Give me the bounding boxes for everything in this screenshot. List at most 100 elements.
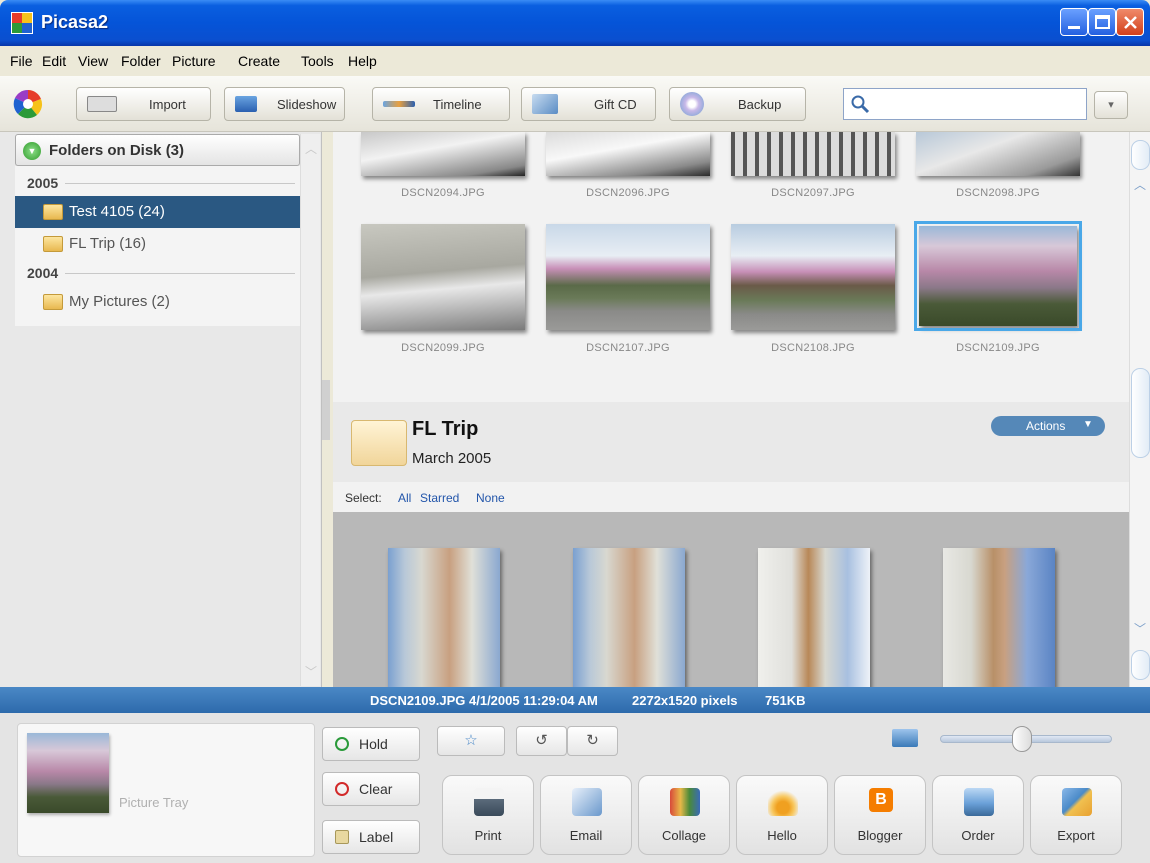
search-input[interactable] [874, 93, 1079, 115]
bottom-panel: Picture Tray Hold Clear Label ☆ ↺ ↻ Prin… [0, 713, 1150, 863]
select-bar: Select: All Starred None [333, 482, 1129, 512]
thumbnail-caption: DSCN2094.JPG [401, 187, 485, 199]
backup-button[interactable]: Backup [669, 87, 806, 121]
folder-icon [43, 236, 63, 252]
star-button[interactable]: ☆ [437, 726, 505, 756]
clear-button[interactable]: Clear [322, 772, 420, 806]
photo-thumbnail[interactable] [361, 132, 525, 176]
photo-thumbnail[interactable] [943, 548, 1055, 687]
rotate-right-icon: ↻ [586, 732, 599, 749]
maximize-icon [1095, 15, 1110, 29]
actions-dropdown[interactable]: Actions ▼ [991, 416, 1105, 436]
hold-icon [335, 737, 349, 751]
label-icon [335, 830, 349, 844]
photo-thumbnail[interactable] [546, 132, 710, 176]
gift-cd-button[interactable]: Gift CD [521, 87, 656, 121]
email-icon [572, 788, 602, 816]
photo-thumbnail[interactable] [388, 548, 500, 687]
export-icon [1062, 788, 1092, 816]
year-label-2004: 2004 [27, 265, 59, 281]
chevron-down-icon: ﹀ [1134, 622, 1147, 636]
menu-view[interactable]: View [78, 53, 108, 69]
menu-file[interactable]: File [10, 53, 33, 69]
blogger-button[interactable]: B Blogger [834, 775, 926, 855]
photo-thumbnail[interactable] [731, 132, 895, 176]
album-date: March 2005 [412, 450, 492, 467]
menu-help[interactable]: Help [348, 53, 377, 69]
divider [65, 273, 295, 274]
folder-panel: ▼ Folders on Disk (3) 2005 Test 4105 (24… [0, 132, 322, 687]
select-starred-link[interactable]: Starred [420, 491, 459, 505]
title-bar: Picasa2 [0, 0, 1150, 46]
menu-edit[interactable]: Edit [42, 53, 66, 69]
window-title: Picasa2 [41, 12, 109, 32]
thumbnail-caption: DSCN2096.JPG [586, 187, 670, 199]
status-bar: DSCN2109.JPG 4/1/2005 11:29:04 AM 2272x1… [0, 687, 1150, 713]
print-button[interactable]: Print [442, 775, 534, 855]
folder-item-fl-trip[interactable]: FL Trip (16) [15, 228, 300, 260]
minimize-button[interactable] [1060, 8, 1088, 36]
maximize-button[interactable] [1088, 8, 1116, 36]
import-button[interactable]: Import [76, 87, 211, 121]
folder-item-my-pictures[interactable]: My Pictures (2) [15, 286, 300, 318]
menu-folder[interactable]: Folder [121, 53, 161, 69]
rotate-right-button[interactable]: ↻ [567, 726, 618, 756]
photo-thumbnail[interactable] [361, 224, 525, 330]
status-datetime: 4/1/2005 11:29:04 AM [469, 693, 598, 708]
select-none-link[interactable]: None [476, 491, 505, 505]
hold-button[interactable]: Hold [322, 727, 420, 761]
scroll-bottom-button[interactable] [1131, 650, 1150, 680]
order-prints-icon [964, 788, 994, 816]
photo-thumbnail[interactable] [573, 548, 685, 687]
rotate-left-icon: ↺ [535, 732, 548, 749]
photo-thumbnail-selected[interactable] [914, 221, 1082, 331]
folder-item-test-4105[interactable]: Test 4105 (24) [15, 196, 300, 228]
chevron-up-icon: ︿ [305, 142, 318, 156]
status-filename: DSCN2109.JPG [370, 693, 466, 708]
menu-picture[interactable]: Picture [172, 53, 216, 69]
tray-thumbnail[interactable] [27, 733, 109, 813]
thumbnail-caption: DSCN2109.JPG [956, 342, 1040, 354]
photo-thumbnail[interactable] [546, 224, 710, 330]
menu-tools[interactable]: Tools [301, 53, 334, 69]
export-button[interactable]: Export [1030, 775, 1122, 855]
photo-thumbnail[interactable] [731, 224, 895, 330]
picasa-app-icon [11, 12, 33, 34]
album-folder-icon [351, 420, 407, 466]
hello-button[interactable]: Hello [736, 775, 828, 855]
collage-icon [670, 788, 700, 816]
panel-splitter[interactable] [322, 380, 330, 440]
picasa-logo-icon [13, 89, 43, 119]
clear-icon [335, 782, 349, 796]
hello-icon [768, 788, 798, 816]
email-button[interactable]: Email [540, 775, 632, 855]
zoom-slider-handle[interactable] [1012, 726, 1032, 752]
timeline-button[interactable]: Timeline [372, 87, 510, 121]
label-button[interactable]: Label [322, 820, 420, 854]
close-button[interactable] [1116, 8, 1144, 36]
search-options-button[interactable]: ▾ [1094, 91, 1128, 119]
timeline-icon [383, 101, 415, 107]
thumbnail-caption: DSCN2097.JPG [771, 187, 855, 199]
photo-thumbnail[interactable] [916, 132, 1080, 176]
library-scrollbar[interactable]: ︿ ﹀ [1129, 132, 1150, 687]
collage-button[interactable]: Collage [638, 775, 730, 855]
close-icon [1124, 16, 1137, 29]
thumbnail-caption: DSCN2099.JPG [401, 342, 485, 354]
photo-thumbnail[interactable] [758, 548, 870, 687]
chevron-down-icon: ▼ [1083, 419, 1093, 430]
blogger-icon: B [869, 788, 893, 812]
year-label-2005: 2005 [27, 175, 59, 191]
select-all-link[interactable]: All [398, 491, 411, 505]
order-button[interactable]: Order [932, 775, 1024, 855]
rotate-left-button[interactable]: ↺ [516, 726, 567, 756]
folder-scrollbar[interactable]: ︿ ﹀ [300, 134, 320, 686]
folders-header[interactable]: ▼ Folders on Disk (3) [15, 134, 300, 166]
menu-create[interactable]: Create [238, 53, 280, 69]
menu-bar: File Edit View Folder Picture Create Too… [0, 46, 1150, 76]
chevron-down-icon: ﹀ [305, 665, 318, 679]
slideshow-button[interactable]: Slideshow [224, 87, 345, 121]
scroll-top-button[interactable] [1131, 140, 1150, 170]
scroll-thumb[interactable] [1131, 368, 1150, 458]
search-icon [851, 95, 870, 114]
